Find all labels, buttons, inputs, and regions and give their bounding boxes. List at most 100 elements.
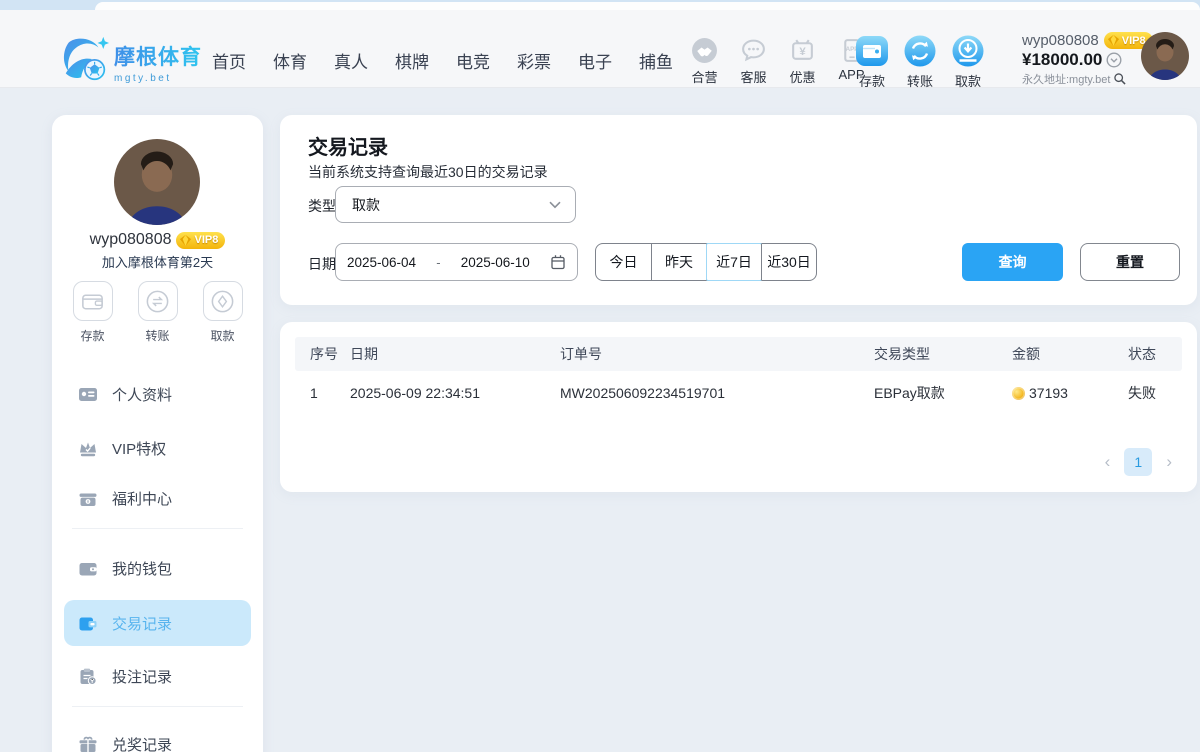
sidebar-item-label: 兑奖记录 [112,734,172,752]
sidebar-item-vip[interactable]: VIP特权 [64,429,251,467]
nav-item-slots[interactable]: 电子 [578,48,612,73]
page-title: 交易记录 [308,131,388,160]
support-link[interactable]: 客服 [729,37,778,86]
header-wallet-actions: 存款 转账 取款 [848,34,992,90]
nav-item-sports[interactable]: 体育 [273,48,307,73]
gem-icon [179,234,192,247]
sidebar-vip-badge[interactable]: VIP8 [176,232,225,249]
sidebar-deposit-shortcut[interactable]: 存款 [71,281,115,344]
nav-item-home[interactable]: 首页 [212,48,246,73]
sidebar-item-label: 福利中心 [112,488,172,509]
brand-logo-icon[interactable] [60,34,110,84]
handshake-icon [691,37,718,64]
cell-date: 2025-06-09 22:34:51 [350,371,480,415]
magnifier-icon[interactable] [1113,72,1127,86]
deposit-outline-icon [79,288,106,315]
date-start: 2025-06-04 [347,255,416,270]
permanent-domain: 永久地址:mgty.bet [1022,71,1110,87]
type-select[interactable]: 取款 [335,186,576,223]
col-type: 交易类型 [874,337,930,371]
col-amount: 金额 [1012,337,1040,371]
support-icon [740,37,767,64]
sidebar-item-prizes[interactable]: 兑奖记录 [64,725,251,752]
type-select-value: 取款 [352,195,549,215]
nav-item-live-casino[interactable]: 真人 [334,48,368,73]
main-nav: 首页 体育 真人 棋牌 电竞 彩票 电子 捕鱼 [212,48,673,73]
deposit-button[interactable]: 存款 [848,34,896,90]
sidebar-divider [72,528,243,529]
amount-value: 37193 [1029,385,1068,401]
sidebar-transfer-shortcut[interactable]: 转账 [136,281,180,344]
avatar[interactable] [1141,32,1189,80]
sidebar-withdraw-shortcut[interactable]: 取款 [201,281,245,344]
username[interactable]: wyp080808 [1022,32,1099,49]
deposit-icon [855,34,889,68]
range-7days-button[interactable]: 近7日 [706,244,761,280]
nav-item-esports[interactable]: 电竞 [456,48,490,73]
gift-icon [78,735,98,752]
sidebar: wyp080808 VIP8 加入摩根体育第2天 存款 [52,115,263,752]
nav-item-lottery[interactable]: 彩票 [517,48,551,73]
col-date: 日期 [350,337,378,371]
sidebar-item-profile[interactable]: 个人资料 [64,375,251,413]
id-card-icon [78,385,98,404]
sidebar-item-transactions[interactable]: 交易记录 [64,600,251,646]
balance-amount: ¥18000.00 [1022,50,1102,70]
withdraw-button[interactable]: 取款 [944,34,992,90]
sidebar-item-bets[interactable]: 投注记录 [64,657,251,695]
date-range-input[interactable]: 2025-06-04 - 2025-06-10 [335,243,578,281]
search-button[interactable]: 查询 [962,243,1063,281]
transactions-table-card: 序号 日期 订单号 交易类型 金额 状态 1 2025-06-09 22:34:… [280,322,1197,492]
pagination-page-1[interactable]: 1 [1124,448,1152,476]
range-30days-button[interactable]: 近30日 [761,244,816,280]
bet-record-icon [78,667,98,686]
sidebar-avatar[interactable] [114,139,200,225]
sidebar-username: wyp080808 [90,231,172,249]
sidebar-item-label: 我的钱包 [112,558,172,579]
sidebar-wallet-shortcuts: 存款 转账 取款 [52,281,263,344]
sidebar-avatar-photo [114,139,200,225]
coin-icon [1012,387,1025,400]
sidebar-item-label: 个人资料 [112,384,172,405]
promo-link[interactable]: ¥ 优惠 [778,37,827,86]
pagination-next-button[interactable]: › [1166,448,1172,476]
col-order-no: 订单号 [560,337,602,371]
balance-toggle-icon[interactable] [1106,52,1122,68]
range-today-button[interactable]: 今日 [596,244,651,280]
cell-status: 失败 [1128,371,1156,415]
header-user-info: wyp080808 VIP8 ¥18000.00 永久地址:mgty.bet [1022,32,1153,87]
brand-logo-text[interactable]: 摩根体育 mgty.bet [114,41,202,84]
partner-link[interactable]: 合营 [680,37,729,86]
withdraw-icon [951,34,985,68]
joined-days-text: 加入摩根体育第2天 [52,252,263,271]
nav-item-fishing[interactable]: 捕鱼 [639,48,673,73]
sidebar-item-welfare[interactable]: 福利中心 [64,479,251,517]
brand-subtitle: mgty.bet [114,73,202,84]
table-header-row: 序号 日期 订单号 交易类型 金额 状态 [295,337,1182,371]
pagination: ‹ 1 › [1105,448,1172,476]
crown-icon [78,439,98,458]
pagination-prev-button[interactable]: ‹ [1105,448,1111,476]
page-subtitle: 当前系统支持查询最近30日的交易记录 [308,162,548,182]
sidebar-item-label: 投注记录 [112,666,172,687]
chevron-down-icon [549,201,561,209]
nav-item-chess-cards[interactable]: 棋牌 [395,48,429,73]
quick-range-group: 今日 昨天 近7日 近30日 [595,243,817,281]
svg-text:¥: ¥ [799,46,806,58]
welfare-box-icon [78,489,98,508]
cell-index: 1 [310,371,318,415]
range-yesterday-button[interactable]: 昨天 [651,244,706,280]
col-status: 状态 [1128,337,1156,371]
page-top-rounded-edge [95,2,1200,10]
wallet-icon [78,559,98,578]
transfer-button[interactable]: 转账 [896,34,944,90]
transfer-icon [903,34,937,68]
vip-level: VIP8 [1122,35,1146,47]
date-separator: - [436,255,440,270]
header: 摩根体育 mgty.bet 首页 体育 真人 棋牌 电竞 彩票 电子 捕鱼 合营 [0,10,1200,88]
sidebar-item-wallet[interactable]: 我的钱包 [64,549,251,587]
date-end: 2025-06-10 [461,255,530,270]
sidebar-item-label: 交易记录 [112,613,172,634]
sidebar-vip-level: VIP8 [194,234,218,246]
reset-button[interactable]: 重置 [1080,243,1180,281]
